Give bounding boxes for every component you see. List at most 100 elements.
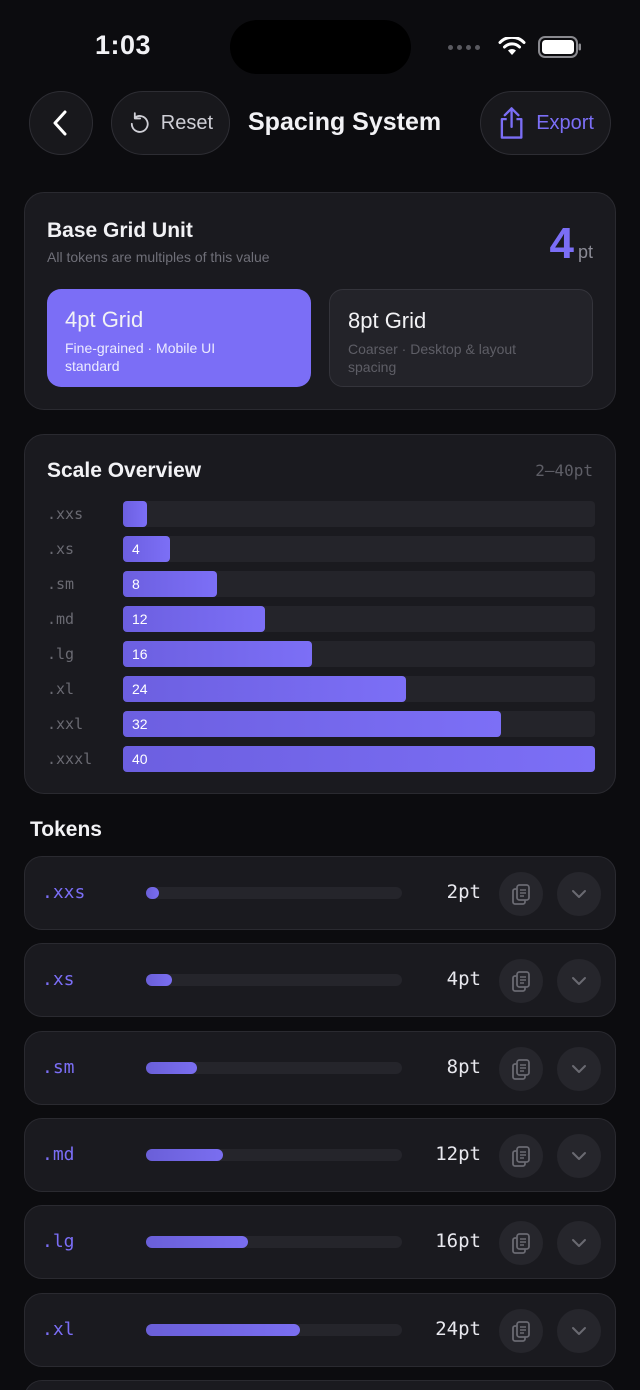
token-name: .sm [42,1056,75,1078]
scale-bar-value: 40 [132,751,148,767]
scale-bar-value: 12 [132,611,148,627]
token-track [146,1323,402,1336]
token-bar [146,974,172,987]
reset-button[interactable]: Reset [111,91,230,155]
scale-row: .xxl 32 [47,711,595,737]
scale-row-label: .xs [47,540,75,558]
signal-icon [448,44,480,50]
chevron-down-icon[interactable] [557,872,601,916]
token-track [146,1236,402,1249]
scale-overview-title: Scale Overview [47,459,202,482]
scale-bar: 32 [123,711,501,737]
scale-bar: 24 [123,676,407,702]
chevron-down-icon[interactable] [557,1308,601,1353]
copy-icon[interactable] [499,959,543,1004]
token-row[interactable]: .sm 8pt [24,1030,616,1105]
scale-track: 32 [123,711,595,737]
scale-track: 12 [123,606,595,632]
scale-row: .md 12 [47,606,595,632]
copy-icon[interactable] [499,1133,543,1178]
chevron-left-icon [53,110,67,136]
scale-overview-card: Scale Overview 2–40pt .xxs .xs 4 .sm 8 .md 12.… [24,434,616,794]
export-label: Export [536,111,594,134]
base-grid-title: Base Grid Unit [47,219,193,242]
grid-option-desc: Coarser · Desktop & layout spacing [348,341,517,375]
scale-row: .xl 24 [47,676,595,702]
reset-label: Reset [160,111,213,134]
token-row[interactable]: .md 12pt [24,1117,616,1192]
scale-row-label: .xxl [47,715,84,733]
chevron-down-icon[interactable] [557,1046,601,1091]
grid-option-4pt[interactable]: 4pt Grid Fine-grained · Mobile UI standa… [47,289,311,387]
scale-row: .xs 4 [47,536,595,562]
token-value: 24pt [435,1317,481,1340]
scale-row-label: .xl [47,680,75,698]
back-button[interactable] [29,91,93,155]
chevron-down-icon[interactable] [557,1221,601,1266]
scale-bar: 16 [123,641,312,667]
chevron-down-icon[interactable] [557,1133,601,1178]
scale-row-label: .sm [47,575,75,593]
token-name: .xl [42,1318,75,1340]
token-row[interactable]: .lg 16pt [24,1205,616,1280]
grid-option-desc: Fine-grained · Mobile UI standard [65,340,216,374]
grid-option-title: 8pt Grid [348,308,427,333]
copy-icon[interactable] [499,1046,543,1091]
scale-bar-value: 4 [132,541,140,557]
token-bar [146,887,159,899]
base-grid-number: 4 [549,219,574,268]
token-row[interactable]: .xl 24pt [24,1292,616,1367]
scale-track: 8 [123,571,595,597]
scale-track: 16 [123,641,595,667]
token-track [146,974,402,987]
grid-option-title: 4pt Grid [65,307,144,332]
scale-track: 24 [123,676,595,702]
scale-bar: 12 [123,606,265,632]
scale-bar: 4 [123,536,171,562]
status-time: 1:03 [95,30,152,60]
grid-option-8pt[interactable]: 8pt Grid Coarser · Desktop & layout spac… [329,289,593,387]
token-track [146,887,402,899]
token-row[interactable]: .xxs 2pt [24,856,616,930]
copy-icon[interactable] [499,1308,543,1353]
copy-icon[interactable] [499,872,543,916]
scale-track: 4 [123,536,595,562]
scale-bar-value: 16 [132,646,148,662]
scale-row: .sm 8 [47,571,595,597]
token-value: 12pt [435,1142,481,1165]
scale-bar: 40 [123,746,595,772]
export-button[interactable]: Export [480,91,611,155]
reset-icon [130,112,149,133]
chevron-down-icon[interactable] [557,959,601,1004]
token-value: 16pt [435,1230,481,1253]
copy-icon[interactable] [499,1221,543,1266]
scale-row-label: .md [47,610,75,628]
scale-row: .xxxl 40 [47,746,595,772]
base-grid-subtitle: All tokens are multiples of this value [47,249,270,265]
token-value: 2pt [446,881,481,903]
token-bar [146,1061,198,1074]
scale-row-label: .xxxl [47,750,93,768]
token-row-partial[interactable] [24,1380,616,1390]
token-row[interactable]: .xs 4pt [24,943,616,1018]
token-value: 4pt [446,968,481,991]
scale-track [123,501,595,527]
token-name: .md [42,1143,75,1165]
token-bar [146,1236,249,1249]
token-track [146,1148,402,1161]
share-icon [500,107,523,139]
token-bar [146,1148,223,1161]
scale-row: .lg 16 [47,641,595,667]
status-icons [448,36,582,58]
base-grid-card: Base Grid Unit All tokens are multiples … [24,192,616,410]
scale-bar-value: 24 [132,681,148,697]
scale-row-label: .lg [47,645,75,663]
token-bar [146,1323,300,1336]
token-name: .xs [42,969,75,991]
base-grid-unit: pt [577,242,593,262]
scale-row: .xxs [47,501,595,527]
token-name: .lg [42,1231,75,1253]
scale-bar [123,501,147,527]
page-title: Spacing System [248,108,442,136]
tokens-title: Tokens [30,818,102,841]
